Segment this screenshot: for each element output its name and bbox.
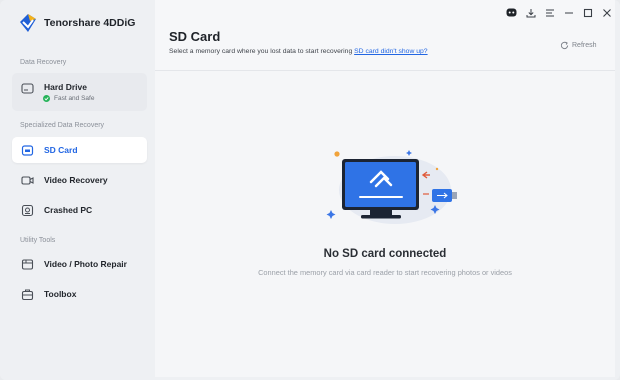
sidebar-item-video-recovery[interactable]: Video Recovery [12,167,147,193]
app-window: Tenorshare 4DDiG Data Recovery Hard Driv… [0,0,620,380]
check-icon [43,95,50,102]
empty-state-title: No SD card connected [323,248,447,260]
sd-card-icon [21,144,34,156]
hard-drive-icon [21,83,34,94]
page-subtitle-text: Select a memory card where you lost data… [169,48,353,55]
toolbox-icon [21,289,34,300]
page-title: SD Card [169,29,221,44]
section-label-specialized: Specialized Data Recovery [20,122,105,129]
refresh-icon [560,41,569,50]
minimize-icon[interactable] [562,6,575,19]
sd-card-help-link[interactable]: SD card didn't show up? [354,48,427,55]
empty-state-description: Connect the memory card via card reader … [258,268,512,277]
app-name: Tenorshare 4DDiG [44,17,136,29]
main-panel: SD Card Select a memory card where you l… [155,0,615,377]
sidebar-item-video-photo-repair[interactable]: Video / Photo Repair [12,251,147,277]
sidebar-item-label: SD Card [44,145,78,155]
hard-drive-status: Fast and Safe [43,95,94,102]
sidebar-item-label: Video / Photo Repair [44,259,127,269]
no-sd-card-illustration [326,150,457,224]
app-logo-icon [20,14,36,32]
sidebar-item-crashed-pc[interactable]: Crashed PC [12,197,147,223]
section-label-data-recovery: Data Recovery [20,59,67,66]
discord-icon[interactable] [505,6,518,19]
video-icon [21,175,34,185]
sidebar-item-hard-drive[interactable]: Hard Drive [12,73,147,111]
sidebar-item-label: Toolbox [44,289,77,299]
sidebar-item-label: Video Recovery [44,175,108,185]
window-controls [505,6,613,19]
sidebar-item-label: Crashed PC [44,205,93,215]
section-label-utility: Utility Tools [20,237,56,244]
hard-drive-status-text: Fast and Safe [54,95,95,102]
maximize-icon[interactable] [581,6,594,19]
sidebar: Tenorshare 4DDiG Data Recovery Hard Driv… [0,0,155,380]
close-icon[interactable] [600,6,613,19]
repair-icon [21,258,34,270]
page-subtitle: Select a memory card where you lost data… [169,48,428,55]
refresh-label: Refresh [572,42,597,49]
crashed-pc-icon [21,204,34,216]
menu-icon[interactable] [543,6,556,19]
sidebar-item-sd-card[interactable]: SD Card [12,137,147,163]
refresh-button[interactable]: Refresh [560,41,597,50]
brand: Tenorshare 4DDiG [18,12,135,34]
sidebar-item-label: Hard Drive [44,82,87,92]
download-icon[interactable] [524,6,537,19]
sidebar-item-toolbox[interactable]: Toolbox [12,281,147,307]
